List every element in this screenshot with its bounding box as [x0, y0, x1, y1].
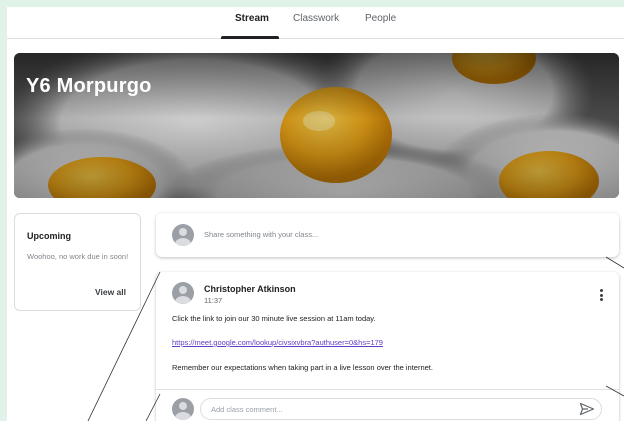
post-divider	[156, 389, 619, 390]
class-title: Y6 Morpurgo	[26, 75, 152, 97]
share-box[interactable]: Share something with your class...	[156, 213, 619, 257]
upcoming-message: Woohoo, no work due in soon!	[27, 252, 129, 261]
announcement-post: Christopher Atkinson 11:37 Click the lin…	[156, 272, 619, 421]
author-avatar-icon	[172, 282, 194, 304]
tab-stream[interactable]: Stream	[235, 13, 269, 24]
upcoming-card: Upcoming Woohoo, no work due in soon! Vi…	[14, 213, 141, 311]
post-text-line: Remember our expectations when taking pa…	[172, 363, 433, 372]
top-navigation: Stream Classwork People	[7, 7, 624, 39]
classroom-page: Stream Classwork People Y6 Morpurgo Upco…	[7, 7, 624, 421]
post-author: Christopher Atkinson	[204, 284, 296, 294]
comment-placeholder: Add class comment...	[211, 405, 283, 414]
class-banner: Y6 Morpurgo	[14, 53, 619, 198]
post-time: 11:37	[204, 296, 223, 305]
active-tab-indicator	[221, 36, 279, 39]
post-text-line: Click the link to join our 30 minute liv…	[172, 314, 376, 323]
view-all-link[interactable]: View all	[95, 287, 126, 297]
user-avatar-icon	[172, 224, 194, 246]
tab-classwork[interactable]: Classwork	[293, 13, 339, 24]
commenter-avatar-icon	[172, 398, 194, 420]
class-comment-input[interactable]: Add class comment...	[200, 398, 602, 420]
share-input[interactable]: Share something with your class...	[204, 230, 318, 239]
more-vert-icon[interactable]	[597, 289, 605, 303]
send-icon[interactable]	[579, 402, 595, 416]
meet-link[interactable]: https://meet.google.com/lookup/civsixvbr…	[172, 338, 383, 347]
tab-people[interactable]: People	[365, 13, 396, 24]
upcoming-title: Upcoming	[27, 231, 71, 241]
